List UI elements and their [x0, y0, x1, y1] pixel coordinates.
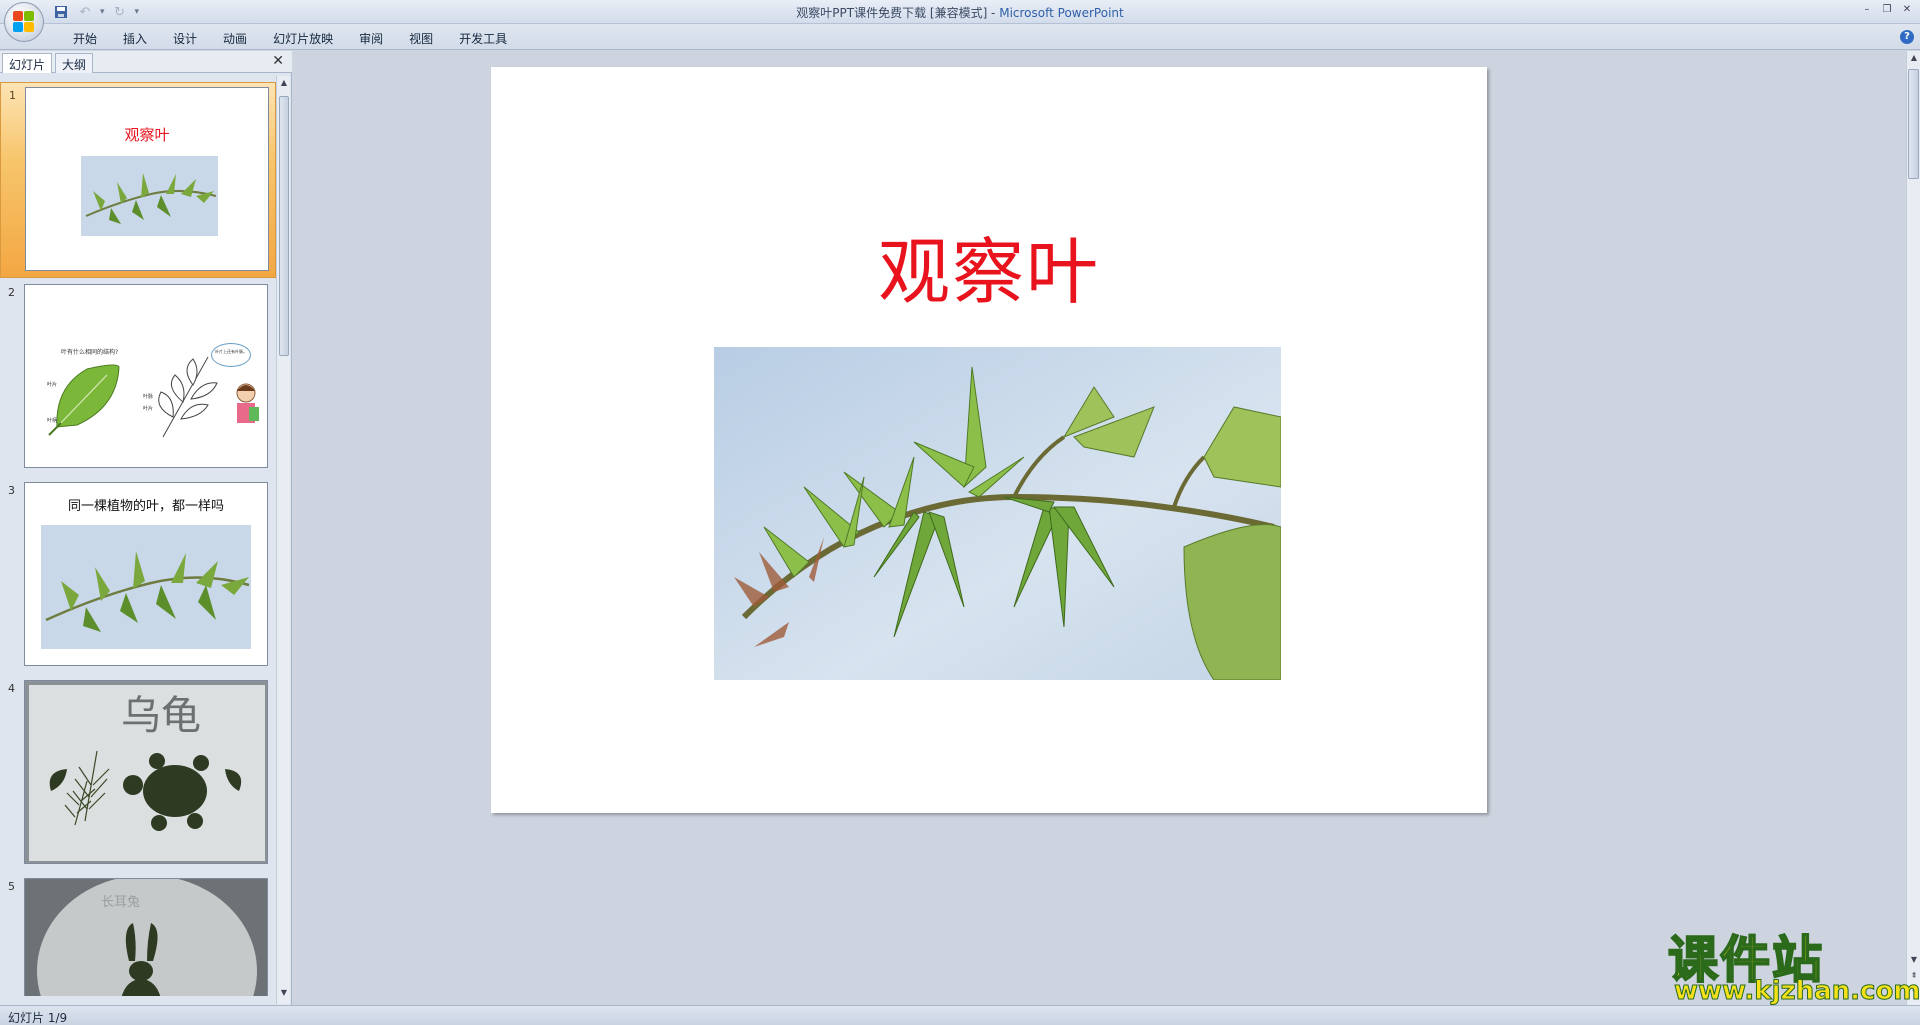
status-bar: 幻灯片 1/9	[0, 1005, 1920, 1025]
scroll-up-icon[interactable]: ▲	[1908, 53, 1920, 65]
tab-developer[interactable]: 开发工具	[446, 28, 520, 49]
scroll-down-icon[interactable]: ▼	[1908, 955, 1920, 967]
tab-view[interactable]: 视图	[396, 28, 446, 49]
slide-title[interactable]: 观察叶	[491, 213, 1487, 318]
thumbnail-preview: 同一棵植物的叶，都一样吗	[24, 482, 268, 666]
label-vein: 叶脉	[143, 394, 154, 400]
vine-leaves-image	[714, 347, 1281, 680]
minimize-icon[interactable]: –	[1858, 2, 1876, 18]
thumbnail-title: 观察叶	[124, 126, 170, 144]
slide-editor: 观察叶	[293, 51, 1906, 1005]
tab-slideshow[interactable]: 幻灯片放映	[260, 28, 346, 49]
scroll-up-icon[interactable]: ▲	[278, 78, 290, 90]
turtle-text: 乌龟	[121, 693, 201, 739]
slide-number: 4	[8, 682, 15, 695]
label-blade-2: 叶片	[143, 406, 154, 412]
leaf-sketch	[158, 356, 218, 438]
app-name: Microsoft PowerPoint	[999, 6, 1124, 20]
slide-number: 5	[8, 880, 15, 893]
scrollbar-thumb[interactable]	[1908, 69, 1919, 179]
window-controls: – ❐ ✕	[1858, 2, 1916, 18]
ribbon-tabs-bar: 开始 插入 设计 动画 幻灯片放映 审阅 视图 开发工具 ?	[0, 24, 1920, 50]
scrollbar-thumb[interactable]	[279, 96, 289, 356]
slide-position: 幻灯片 1/9	[8, 1011, 68, 1025]
slide-thumbnail-2[interactable]: 2 叶有什么相同的结构? 叶片 叶柄 叶脉 叶片 叶片上还有叶脉。	[0, 280, 276, 476]
slide-thumbnail-4[interactable]: 4 乌龟	[0, 676, 276, 872]
restore-icon[interactable]: ❐	[1878, 2, 1896, 18]
site-watermark: 课件站 www.kjzhan.com	[1667, 920, 1920, 1007]
editor-scrollbar[interactable]: ▲ ▼ ⇞ ⇟	[1906, 51, 1920, 1005]
slide-thumbnail-5[interactable]: 5 长耳兔	[0, 874, 276, 996]
thumbnail-preview: 叶有什么相同的结构? 叶片 叶柄 叶脉 叶片 叶片上还有叶脉。	[24, 284, 268, 468]
office-button[interactable]	[4, 2, 44, 42]
tab-design[interactable]: 设计	[160, 28, 210, 49]
pane-tabs: 幻灯片 大纲 ✕	[0, 51, 292, 73]
thumbnail-title: 同一棵植物的叶，都一样吗	[67, 499, 224, 514]
slides-pane: 幻灯片 大纲 ✕ 1 观察叶 2 叶有什么相同的结构? 叶片 叶柄 叶脉 叶片 …	[0, 51, 292, 1005]
thumbnail-preview: 长耳兔	[24, 878, 268, 996]
tab-animations[interactable]: 动画	[210, 28, 260, 49]
tab-home[interactable]: 开始	[60, 28, 110, 49]
tab-slides[interactable]: 幻灯片	[2, 53, 53, 73]
leaf-photo-thumbnail	[41, 525, 251, 649]
close-icon[interactable]: ✕	[272, 53, 284, 69]
current-slide[interactable]: 观察叶	[491, 67, 1487, 813]
tab-outline[interactable]: 大纲	[55, 53, 94, 73]
watermark-url: www.kjzhan.com	[1673, 976, 1920, 1007]
leaf-photo[interactable]	[714, 347, 1281, 680]
label-stalk: 叶柄	[47, 418, 58, 424]
slide-number: 1	[9, 89, 16, 102]
window-title: 观察叶PPT课件免费下载 [兼容模式] - Microsoft PowerPoi…	[0, 4, 1920, 21]
close-icon[interactable]: ✕	[1898, 2, 1916, 18]
tab-insert[interactable]: 插入	[110, 28, 160, 49]
title-bar: ↶ ▾ ↻ ▾ 观察叶PPT课件免费下载 [兼容模式] - Microsoft …	[0, 0, 1920, 42]
thumbnail-question: 叶有什么相同的结构?	[61, 349, 119, 356]
rabbit-text: 长耳兔	[101, 895, 141, 910]
slide-thumbnail-3[interactable]: 3 同一棵植物的叶，都一样吗	[0, 478, 276, 674]
scroll-down-icon[interactable]: ▼	[278, 988, 290, 1000]
leaf-photo-thumbnail	[81, 156, 218, 236]
slide-thumbnail-1[interactable]: 1 观察叶	[0, 82, 276, 278]
leaf-drawing	[48, 364, 120, 436]
thumbnail-scrollbar[interactable]: ▲ ▼	[276, 76, 290, 1004]
slide-number: 2	[8, 286, 15, 299]
label-blade: 叶片	[47, 382, 58, 388]
thumbnail-list: 1 观察叶 2 叶有什么相同的结构? 叶片 叶柄 叶脉 叶片 叶片上还有叶脉。 …	[0, 76, 276, 996]
document-title: 观察叶PPT课件免费下载 [兼容模式] -	[796, 6, 1000, 20]
thumbnail-preview: 乌龟	[24, 680, 268, 864]
rabbit-leaf-art-photo	[25, 879, 267, 996]
help-icon[interactable]: ?	[1900, 30, 1914, 44]
slide-number: 3	[8, 484, 15, 497]
thumbnail-preview: 观察叶	[25, 87, 269, 271]
office-logo-icon	[13, 11, 35, 33]
ribbon-tabs: 开始 插入 设计 动画 幻灯片放映 审阅 视图 开发工具	[60, 28, 520, 49]
child-figure	[236, 383, 259, 423]
speech-bubble: 叶片上还有叶脉。	[215, 349, 247, 354]
tab-review[interactable]: 审阅	[346, 28, 396, 49]
